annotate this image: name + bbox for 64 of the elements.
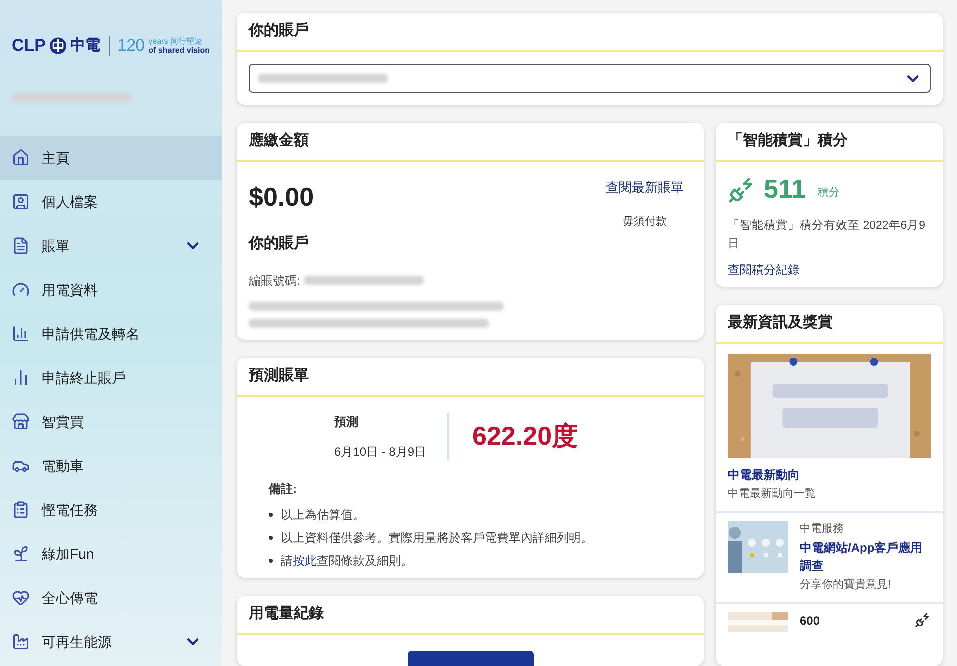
clipboard-icon xyxy=(12,501,30,519)
nav-item[interactable]: 可再生能源 xyxy=(0,620,222,664)
tagline-text: years 同行望遠 xyxy=(148,37,204,46)
news-subtitle: 中電最新動向一覧 xyxy=(728,486,817,502)
section-heading: 你的賬戶 xyxy=(249,234,310,254)
document-icon xyxy=(12,237,30,255)
notes-title: 備註: xyxy=(269,482,297,496)
forecast-period: 6月10日 - 8月9日 xyxy=(334,444,427,460)
bullet-icon xyxy=(269,536,273,540)
tagline-text: of shared vision xyxy=(148,46,210,55)
brand-text: CLP xyxy=(12,35,46,58)
sprout-icon xyxy=(12,545,30,563)
points-validity: 「智能積賞」積分有效至 2022年6月9日 xyxy=(728,218,927,252)
account-number-label: 編賬號碼: xyxy=(249,272,300,290)
card-title: 最新資訊及獎賞 xyxy=(728,313,833,334)
account-select[interactable] xyxy=(249,64,931,93)
forecast-label: 預測 xyxy=(334,414,360,430)
nav-item[interactable]: 主頁 xyxy=(0,136,222,180)
nav-item[interactable]: 用電資料 xyxy=(0,268,222,312)
news-link[interactable]: 中電最新動向 xyxy=(728,466,931,484)
note-text: 以上為估算值。 xyxy=(281,506,365,524)
store-icon xyxy=(12,413,30,431)
payment-status: 毋須付款 xyxy=(623,214,667,230)
factory-icon xyxy=(12,633,30,651)
card-title: 預測賬單 xyxy=(249,366,309,386)
nav-item[interactable]: 賬單 xyxy=(0,224,222,268)
bar-chart-icon xyxy=(12,369,30,387)
points-unit: 積分 xyxy=(818,186,840,202)
news-category: 中電服務 xyxy=(800,522,845,536)
bullet-icon xyxy=(269,512,273,516)
usage-button[interactable] xyxy=(408,650,534,666)
nav-item[interactable]: 個人檔案 xyxy=(0,180,222,224)
bullet-icon xyxy=(269,558,273,562)
house-icon xyxy=(12,149,30,167)
card-title: 你的賬戶 xyxy=(249,21,309,42)
nav-item[interactable]: 智賞買 xyxy=(0,400,222,444)
note-text: 以上資料僅供參考。實際用量將於客戶電費單內詳細列明。 xyxy=(281,530,593,546)
brand-text: 中電 xyxy=(70,36,101,56)
news-link[interactable]: 中電網站/App客戶應用調查 xyxy=(800,539,931,575)
terms-link[interactable]: 按此 xyxy=(293,554,317,568)
bar-chart-icon xyxy=(12,325,30,343)
nav-item[interactable]: 申請供電及轉名 xyxy=(0,312,222,356)
profile-icon xyxy=(12,193,30,211)
plug-icon xyxy=(915,612,931,628)
points-value: 511 xyxy=(764,173,806,206)
nav-item[interactable]: 慳電任務 xyxy=(0,488,222,532)
gauge-icon xyxy=(12,281,30,299)
nav-item[interactable]: 電動車 xyxy=(0,444,222,488)
news-subtitle: 分享你的寶貴意見! xyxy=(800,578,892,593)
amount-due: $0.00 xyxy=(249,181,316,214)
latest-bill-link[interactable]: 查閱最新賬單 xyxy=(606,178,684,198)
nav-item[interactable]: 申請終止賬戶 xyxy=(0,356,222,400)
nav-item[interactable]: 綠加Fun xyxy=(0,532,222,576)
points-history-link[interactable]: 查閱積分紀錄 xyxy=(728,261,931,279)
card-title: 「智能積賞」積分 xyxy=(728,131,848,152)
reward-points: 600 xyxy=(800,612,822,630)
logo-icon xyxy=(50,37,67,55)
forecast-value: 622.20度 xyxy=(472,420,580,453)
card-title: 應繳金額 xyxy=(249,131,309,152)
note-text: 請按此查閱條款及細則。 xyxy=(281,552,413,570)
card-title: 用電量紀錄 xyxy=(249,604,324,624)
anniversary-text: 120 xyxy=(118,35,145,58)
heart-icon xyxy=(12,589,30,607)
nav-item[interactable]: 全心傳電 xyxy=(0,576,222,620)
